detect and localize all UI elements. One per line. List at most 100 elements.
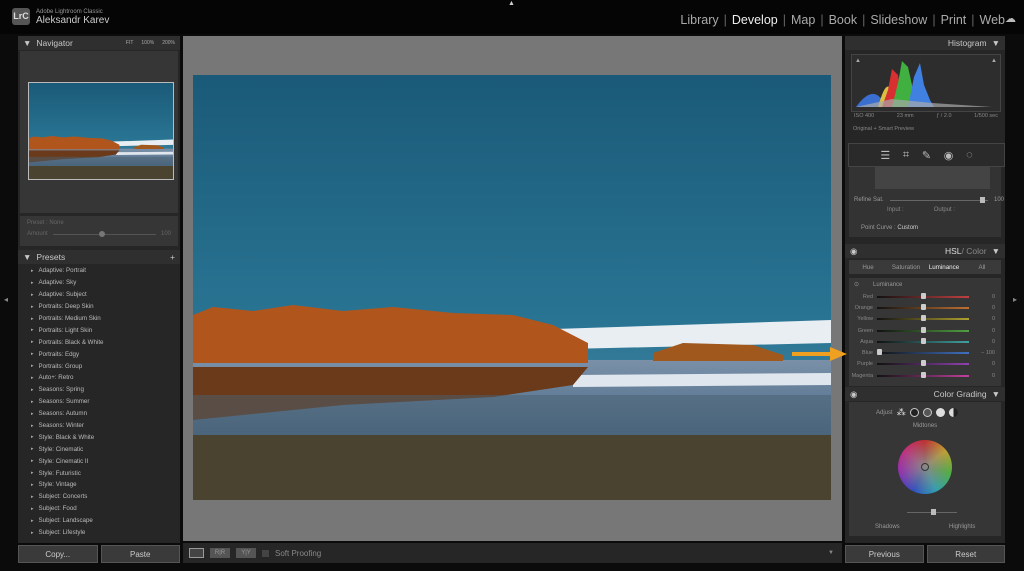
navigator-header[interactable]: ▼ Navigator FIT 100% 200% xyxy=(18,36,180,50)
hsl-tab-hue[interactable]: Hue xyxy=(849,264,887,271)
collapse-top-arrow-icon[interactable]: ▲ xyxy=(508,0,515,7)
module-library[interactable]: Library xyxy=(675,13,723,27)
point-curve-value[interactable]: Custom xyxy=(897,225,918,231)
histogram[interactable]: ▲ ▲ xyxy=(851,54,1001,112)
slider-value[interactable]: 0 xyxy=(969,328,995,334)
refine-sat-slider[interactable] xyxy=(889,196,988,203)
preset-item[interactable]: Style: Futuristic xyxy=(20,467,178,479)
previous-button[interactable]: Previous xyxy=(845,545,924,563)
preset-item[interactable]: Subject: Concerts xyxy=(20,491,178,503)
red-eye-icon[interactable]: ◉ xyxy=(944,149,954,162)
slider-thumb[interactable] xyxy=(920,326,926,333)
visibility-eye-icon[interactable]: ◉ xyxy=(850,389,857,400)
preset-item[interactable]: Adaptive: Portrait xyxy=(20,265,178,277)
highlights-wheel-icon[interactable] xyxy=(935,408,945,417)
luminance-slider-green[interactable] xyxy=(877,326,969,333)
hsl-tab-all[interactable]: All xyxy=(963,264,1001,271)
midtones-wheel-icon[interactable] xyxy=(922,408,932,417)
preset-item[interactable]: Adaptive: Sky xyxy=(20,277,178,289)
preset-item[interactable]: Auto+: Retro xyxy=(20,372,178,384)
preset-item[interactable]: Style: Cinematic II xyxy=(20,455,178,467)
before-after-tb-icon[interactable]: Y|Y xyxy=(236,548,256,558)
edit-sliders-icon[interactable]: ☰ xyxy=(880,149,890,162)
luminance-slider-red[interactable] xyxy=(877,292,969,299)
masking-icon[interactable]: ◌ xyxy=(966,149,973,161)
slider-value[interactable]: 0 xyxy=(969,294,995,300)
slider-thumb[interactable] xyxy=(877,349,882,356)
luminance-slider-blue[interactable] xyxy=(877,349,969,356)
luminance-slider-aqua[interactable] xyxy=(877,337,969,344)
slider-value[interactable]: 0 xyxy=(969,316,995,322)
presets-header[interactable]: ▼ Presets + xyxy=(18,250,180,264)
healing-icon[interactable]: ✎ xyxy=(922,149,931,162)
module-print[interactable]: Print xyxy=(936,13,972,27)
reset-button[interactable]: Reset xyxy=(926,545,1005,563)
slider-thumb[interactable] xyxy=(920,360,926,367)
global-wheel-icon[interactable] xyxy=(948,408,958,417)
preset-item[interactable]: Subject: Lifestyle xyxy=(20,527,178,539)
color-grading-header[interactable]: ◉ Color Grading ▼ xyxy=(845,387,1005,401)
color-title[interactable]: / Color xyxy=(962,246,987,256)
main-photo[interactable] xyxy=(193,75,831,500)
crop-icon[interactable]: ⌗ xyxy=(903,149,909,162)
hsl-tab-saturation[interactable]: Saturation xyxy=(887,264,925,271)
slider-value[interactable]: 0 xyxy=(969,361,995,367)
module-slideshow[interactable]: Slideshow xyxy=(865,13,932,27)
visibility-eye-icon[interactable]: ◉ xyxy=(850,246,857,257)
preset-item[interactable]: Adaptive: Subject xyxy=(20,289,178,301)
slider-value[interactable]: − 100 xyxy=(969,350,995,356)
preset-item[interactable]: Portraits: Deep Skin xyxy=(20,301,178,313)
slider-thumb[interactable] xyxy=(920,292,926,299)
loupe-view-icon[interactable] xyxy=(189,548,204,558)
amount-slider[interactable] xyxy=(52,230,156,237)
three-way-icon[interactable]: ⁂ xyxy=(897,407,906,418)
navigator-thumbnail[interactable] xyxy=(28,82,174,180)
target-adjust-icon[interactable]: ⊙ xyxy=(854,281,859,288)
preset-item[interactable]: Portraits: Edgy xyxy=(20,348,178,360)
shadows-wheel-icon[interactable] xyxy=(909,408,919,417)
module-book[interactable]: Book xyxy=(824,13,863,27)
hsl-header[interactable]: ◉ HSL / Color ▼ xyxy=(845,244,1005,258)
luminance-slider-orange[interactable] xyxy=(877,303,969,310)
zoom-fit[interactable]: FIT xyxy=(126,40,134,46)
slider-value[interactable]: 0 xyxy=(969,305,995,311)
preset-item[interactable]: Portraits: Group xyxy=(20,360,178,372)
zoom-100[interactable]: 100% xyxy=(141,40,154,46)
copy-button[interactable]: Copy... xyxy=(18,545,98,563)
preset-item[interactable]: Portraits: Light Skin xyxy=(20,324,178,336)
slider-value[interactable]: 0 xyxy=(969,339,995,345)
soft-proofing-label[interactable]: Soft Proofing xyxy=(275,549,321,558)
slider-thumb[interactable] xyxy=(920,337,926,344)
slider-thumb[interactable] xyxy=(920,315,926,322)
before-after-lr-icon[interactable]: R|R xyxy=(210,548,230,558)
collapse-right-arrow-icon[interactable]: ▸ xyxy=(1013,295,1017,304)
histogram-header[interactable]: Histogram ▼ xyxy=(845,36,1005,50)
module-develop[interactable]: Develop xyxy=(727,13,783,27)
paste-button[interactable]: Paste xyxy=(100,545,180,563)
module-map[interactable]: Map xyxy=(786,13,820,27)
slider-thumb[interactable] xyxy=(920,371,926,378)
preset-item[interactable]: Seasons: Summer xyxy=(20,396,178,408)
luminance-slider-magenta[interactable] xyxy=(877,371,969,378)
preset-item[interactable]: Seasons: Autumn xyxy=(20,408,178,420)
preset-item[interactable]: Subject: Food xyxy=(20,503,178,515)
preset-item[interactable]: Seasons: Winter xyxy=(20,420,178,432)
soft-proofing-checkbox[interactable] xyxy=(262,549,269,557)
preset-item[interactable]: Portraits: Medium Skin xyxy=(20,313,178,325)
collapse-left-arrow-icon[interactable]: ◂ xyxy=(4,295,8,304)
slider-value[interactable]: 0 xyxy=(969,373,995,379)
preset-item[interactable]: Subject: Landscape xyxy=(20,515,178,527)
add-preset-button[interactable]: + xyxy=(170,252,175,262)
preset-item[interactable]: Style: Black & White xyxy=(20,431,178,443)
slider-thumb[interactable] xyxy=(920,303,926,310)
midtones-color-wheel[interactable] xyxy=(898,440,952,494)
luminance-slider[interactable] xyxy=(907,509,957,515)
preset-item[interactable]: Style: Vintage xyxy=(20,479,178,491)
preset-item[interactable]: Style: Cinematic xyxy=(20,443,178,455)
zoom-200[interactable]: 200% xyxy=(162,40,175,46)
luminance-slider-purple[interactable] xyxy=(877,360,969,367)
point-curve-select[interactable]: Point Curve : Custom xyxy=(849,220,1001,240)
preset-item[interactable]: Portraits: Black & White xyxy=(20,336,178,348)
cloud-sync-icon[interactable]: ☁ xyxy=(1005,12,1016,25)
luminance-slider-yellow[interactable] xyxy=(877,315,969,322)
